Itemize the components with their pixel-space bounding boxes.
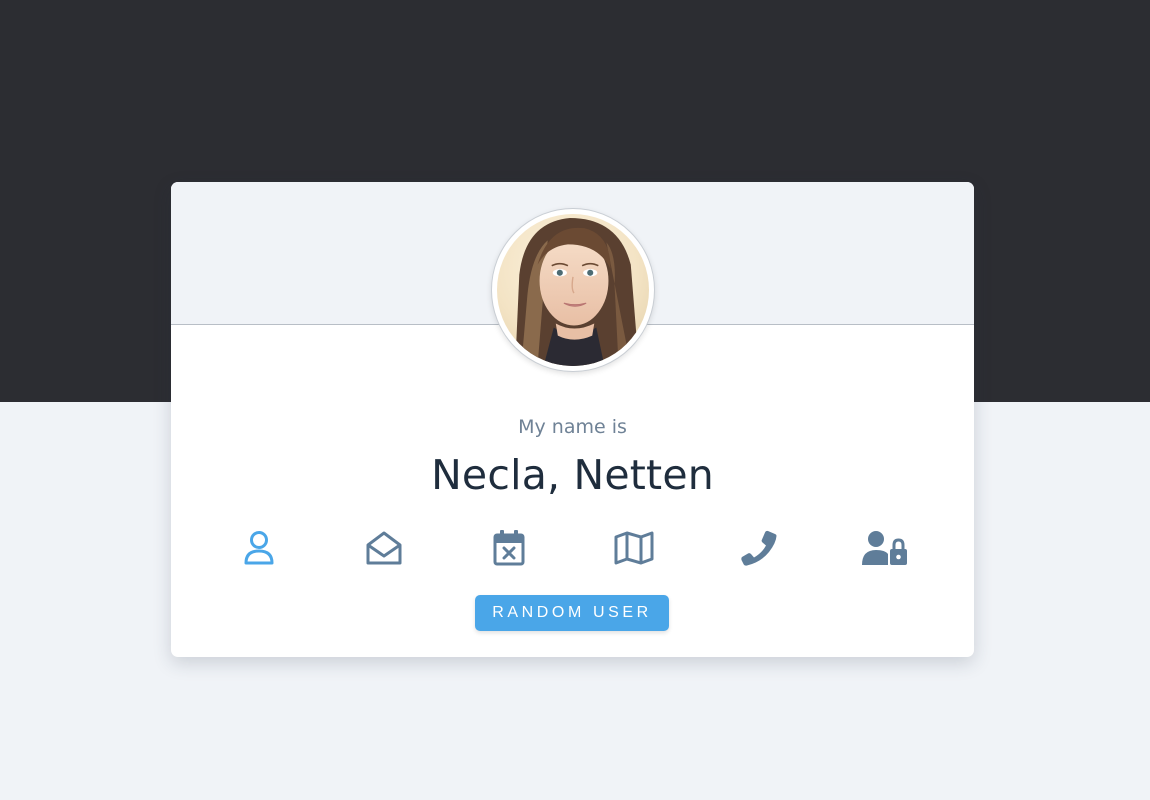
email-info-button[interactable] xyxy=(360,528,408,568)
map-icon xyxy=(614,531,654,565)
address-info-button[interactable] xyxy=(610,528,658,568)
user-lock-icon xyxy=(862,531,907,565)
avatar xyxy=(491,208,655,372)
intro-label: My name is xyxy=(518,416,627,438)
random-user-button[interactable]: Random User xyxy=(475,595,669,631)
user-info-button[interactable] xyxy=(235,528,283,568)
phone-icon xyxy=(741,530,777,566)
user-name: Necla, Netten xyxy=(431,451,714,499)
user-icon xyxy=(244,531,274,565)
profile-card: My name is Necla, Netten RANDOM USER xyxy=(171,182,974,657)
info-icon-bar xyxy=(171,528,974,568)
password-info-button[interactable] xyxy=(860,528,908,568)
envelope-open-icon xyxy=(366,531,402,565)
avatar-photo xyxy=(497,214,649,366)
calendar-x-icon xyxy=(493,530,525,566)
phone-info-button[interactable] xyxy=(735,528,783,568)
birthday-info-button[interactable] xyxy=(485,528,533,568)
